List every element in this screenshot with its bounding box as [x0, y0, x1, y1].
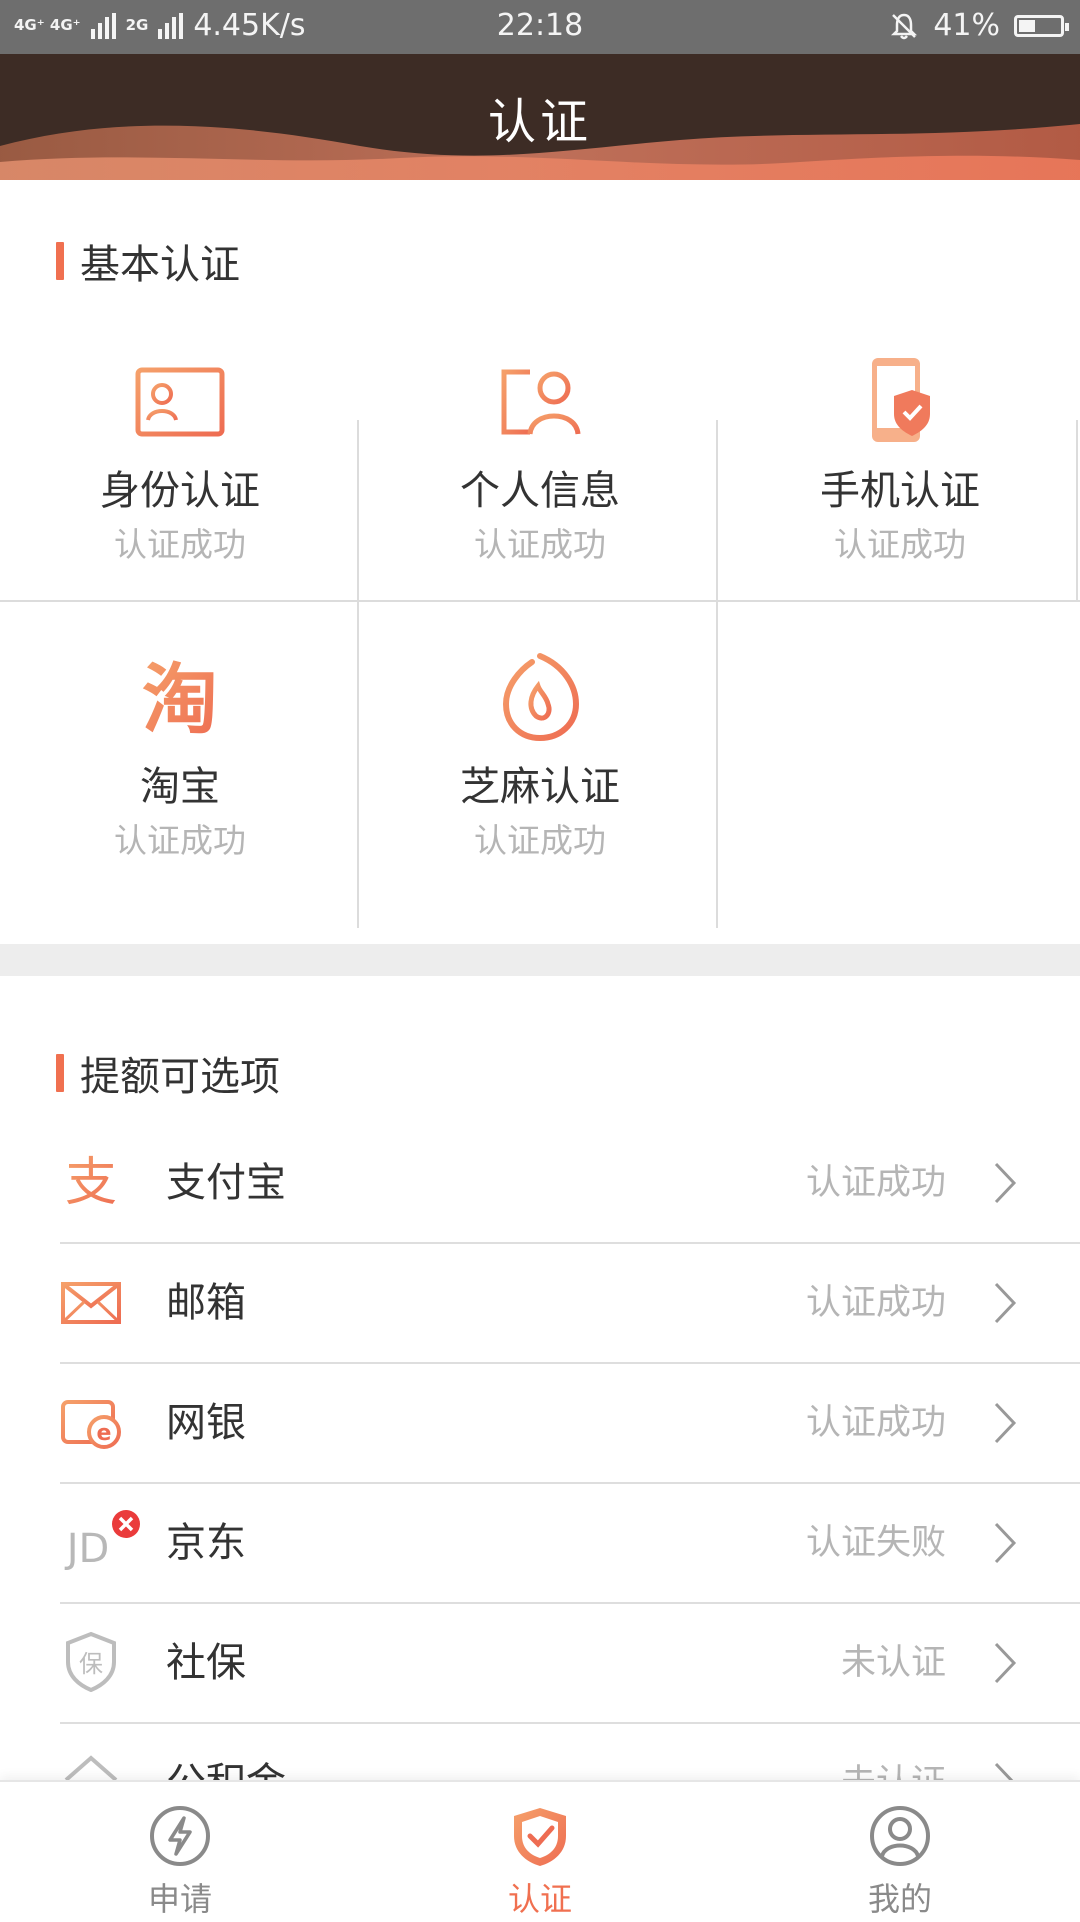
phone-shield-icon: [872, 358, 930, 442]
tab-label: 认证: [507, 1880, 572, 1918]
taobao-icon: 淘: [142, 655, 218, 744]
basic-item-status: 认证成功: [114, 525, 246, 564]
basic-item-status: 认证成功: [474, 821, 606, 860]
mail-icon: [61, 1282, 121, 1324]
list-item-name: 邮箱: [166, 1280, 246, 1326]
basic-item-phone[interactable]: 手机认证 认证成功: [720, 330, 1080, 630]
list-item-social-security[interactable]: 保 社保 未认证: [0, 1604, 1080, 1724]
page-title: 认证: [487, 94, 592, 150]
app-header: 认证: [0, 54, 1080, 180]
list-item-jd[interactable]: JD 京东 认证失败: [0, 1484, 1080, 1604]
section-marker: [56, 242, 64, 280]
chevron-right-icon: [994, 1282, 1017, 1324]
social-security-icon: 保: [66, 1631, 116, 1692]
list-item-name: 支付宝: [166, 1160, 286, 1206]
person-info-icon: [501, 369, 581, 435]
svg-text:保: 保: [79, 1650, 103, 1678]
basic-item-name: 手机认证: [820, 468, 980, 514]
list-item-status: 认证成功: [805, 1283, 946, 1323]
list-item-status: 未认证: [840, 1643, 946, 1683]
jd-icon: JD: [64, 1510, 140, 1572]
tab-verify[interactable]: 认证: [360, 1782, 720, 1922]
section-marker: [56, 1054, 64, 1092]
tab-mine[interactable]: 我的: [720, 1782, 1080, 1922]
section-title-basic: 基本认证: [56, 232, 240, 290]
chevron-right-icon: [994, 1162, 1017, 1204]
battery-percent: 41%: [933, 8, 1000, 43]
basic-verification-grid: 身份认证 认证成功 个人信息 认证成功 手机认证 认证成功 淘 淘宝 认证成功 …: [0, 330, 1080, 928]
online-bank-icon: e: [61, 1400, 121, 1449]
bottom-nav: 申请 认证 我的: [0, 1780, 1080, 1922]
basic-item-status: 认证成功: [474, 525, 606, 564]
svg-text:支: 支: [65, 1153, 117, 1212]
lightning-icon: [150, 1806, 210, 1866]
status-bar: 4G⁺ 4G⁺ 2G 4.45K/s 22:18 41%: [0, 0, 1080, 54]
svg-text:e: e: [97, 1421, 112, 1446]
chevron-right-icon: [994, 1402, 1017, 1444]
basic-item-taobao[interactable]: 淘 淘宝 认证成功: [0, 626, 360, 926]
basic-item-status: 认证成功: [114, 821, 246, 860]
basic-item-sesame[interactable]: 芝麻认证 认证成功: [360, 626, 720, 926]
shield-check-icon: [514, 1808, 566, 1866]
section-separator: [0, 944, 1080, 976]
tab-label: 申请: [147, 1880, 212, 1918]
id-card-icon: [135, 367, 225, 437]
list-item-name: 网银: [166, 1400, 246, 1446]
list-item-name: 社保: [166, 1640, 246, 1686]
battery-icon: [1014, 14, 1069, 37]
user-icon: [870, 1806, 930, 1866]
section-title-text: 基本认证: [80, 242, 240, 288]
list-item-status: 认证成功: [805, 1163, 946, 1203]
svg-text:JD: JD: [64, 1526, 110, 1572]
basic-item-id[interactable]: 身份认证 认证成功: [0, 330, 360, 630]
svg-text:淘: 淘: [142, 655, 218, 744]
tab-apply[interactable]: 申请: [0, 1782, 360, 1922]
chevron-right-icon: [994, 1522, 1017, 1564]
basic-item-name: 个人信息: [460, 468, 620, 514]
section-title-optional: 提额可选项: [56, 1044, 280, 1102]
section-title-text: 提额可选项: [80, 1054, 280, 1100]
bell-muted-icon: [891, 13, 918, 39]
list-item-status: 认证失败: [805, 1523, 946, 1563]
chevron-right-icon: [994, 1642, 1017, 1684]
list-item-name: 京东: [166, 1520, 246, 1566]
basic-item-name: 淘宝: [140, 764, 220, 810]
tab-label: 我的: [867, 1880, 932, 1918]
basic-item-status: 认证成功: [834, 525, 966, 564]
basic-item-name: 芝麻认证: [460, 764, 620, 810]
list-item-mail[interactable]: 邮箱 认证成功: [0, 1244, 1080, 1364]
list-item-online-bank[interactable]: e 网银 认证成功: [0, 1364, 1080, 1484]
list-item-status: 认证成功: [805, 1403, 946, 1443]
alipay-icon: 支: [65, 1153, 117, 1212]
basic-item-name: 身份认证: [100, 468, 260, 514]
basic-item-personal-info[interactable]: 个人信息 认证成功: [360, 330, 720, 630]
list-item-alipay[interactable]: 支 支付宝 认证成功: [0, 1124, 1080, 1244]
sesame-icon: [502, 653, 580, 742]
